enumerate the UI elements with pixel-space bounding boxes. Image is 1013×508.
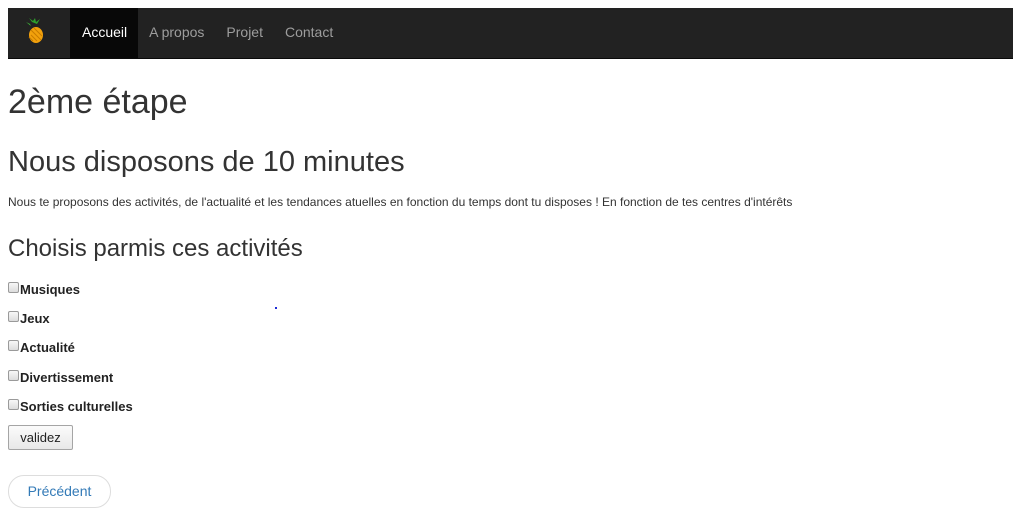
nav-item-accueil[interactable]: Accueil [70, 8, 139, 58]
time-heading: Nous disposons de 10 minutes [8, 146, 405, 178]
checkbox[interactable] [8, 370, 19, 381]
activity-label: Jeux [20, 310, 50, 326]
nav-item-a-propos[interactable]: A propos [138, 8, 215, 58]
checkbox[interactable] [8, 399, 19, 410]
pineapple-logo-icon[interactable] [23, 18, 47, 46]
previous-button[interactable]: Précédent [8, 475, 111, 508]
activity-label: Divertissement [20, 369, 114, 385]
activity-option-musiques[interactable]: Musiques [8, 279, 80, 299]
activity-option-sorties-culturelles[interactable]: Sorties culturelles [8, 396, 133, 416]
main-nav: Accueil A propos Projet Contact [70, 8, 344, 58]
activity-label: Sorties culturelles [20, 398, 133, 414]
activity-label: Musiques [20, 281, 80, 297]
activities-heading: Choisis parmis ces activités [8, 235, 303, 262]
activity-label: Actualité [20, 339, 75, 355]
intro-text: Nous te proposons des activités, de l'ac… [8, 195, 793, 209]
stray-dot [275, 307, 277, 309]
nav-item-contact[interactable]: Contact [274, 8, 344, 58]
activity-option-jeux[interactable]: Jeux [8, 308, 50, 328]
nav-item-projet[interactable]: Projet [215, 8, 274, 58]
submit-button[interactable]: validez [8, 425, 73, 450]
navbar: Accueil A propos Projet Contact [8, 8, 1013, 59]
checkbox[interactable] [8, 311, 19, 322]
checkbox[interactable] [8, 282, 19, 293]
checkbox[interactable] [8, 340, 19, 351]
activity-option-actualite[interactable]: Actualité [8, 337, 75, 357]
activity-option-divertissement[interactable]: Divertissement [8, 367, 113, 387]
page-title: 2ème étape [8, 83, 188, 121]
